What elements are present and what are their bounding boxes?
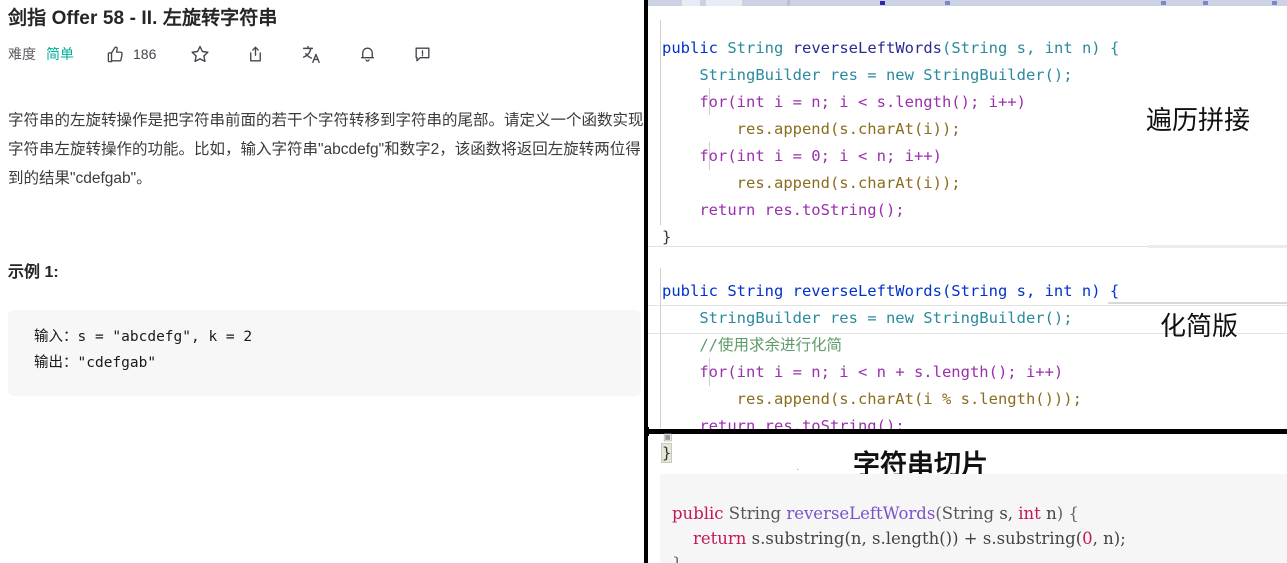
- code-type: String: [727, 39, 784, 57]
- problem-meta-row: 难度 简单 186: [8, 41, 432, 67]
- like-button[interactable]: 186: [106, 45, 156, 64]
- code-comment: //使用求余进行化简: [699, 336, 842, 354]
- feedback-icon[interactable]: [413, 45, 432, 64]
- code-line: }: [662, 228, 672, 246]
- code-panel: public String reverseLeftWords(String s,…: [648, 0, 1287, 563]
- code-keyword: public: [662, 39, 718, 57]
- marker-glyph: ▣: [663, 432, 673, 443]
- difficulty-label: 难度: [8, 46, 36, 62]
- thumbs-up-icon[interactable]: [106, 45, 125, 64]
- editor-ruler-band: [648, 0, 1287, 6]
- code-line: StringBuilder res = new StringBuilder();: [699, 66, 1073, 84]
- code-line: for(int i = n; i < n + s.length(); i++): [699, 363, 1064, 381]
- fold-rule: [1108, 302, 1287, 304]
- fold-rule: [1148, 245, 1287, 248]
- code-line: res.append(s.charAt(i));: [736, 120, 961, 138]
- example-input: 输入：s = "abcdefg", k = 2: [34, 329, 253, 345]
- code-block-3[interactable]: public String reverseLeftWords(String s,…: [672, 476, 1126, 563]
- code-block-2[interactable]: public String reverseLeftWords(String s,…: [660, 251, 1120, 467]
- annotation-simplified: 化简版: [1160, 311, 1239, 341]
- star-icon[interactable]: [190, 44, 210, 64]
- like-count: 186: [133, 46, 157, 62]
- example-body: 输入：s = "abcdefg", k = 2 输出："cdefgab": [8, 310, 641, 376]
- indent-guide: [660, 268, 661, 428]
- code-line: }: [660, 443, 673, 463]
- code-line: StringBuilder res = new StringBuilder();: [699, 309, 1073, 327]
- code-line: for(int i = 0; i < n; i++): [699, 147, 942, 165]
- example-code-block: 输入：s = "abcdefg", k = 2 输出："cdefgab": [8, 310, 641, 396]
- translate-icon[interactable]: [301, 44, 322, 65]
- problem-description: 字符串的左旋转操作是把字符串前面的若干个字符转移到字符串的尾部。请定义一个函数实…: [8, 112, 644, 187]
- code-line: for(int i = n; i < s.length(); i++): [699, 93, 1026, 111]
- split-resize-handle[interactable]: [648, 427, 649, 436]
- page-title: 剑指 Offer 58 - II. 左旋转字符串: [8, 8, 278, 29]
- code-method-name: reverseLeftWords: [792, 39, 942, 57]
- example-heading: 示例 1:: [8, 264, 59, 281]
- code-line: public String reverseLeftWords(String s,…: [662, 282, 1120, 300]
- problem-panel: 剑指 Offer 58 - II. 左旋转字符串 难度 简单 186 字符串的左…: [0, 0, 645, 563]
- horizontal-divider-line: [648, 429, 1287, 434]
- difficulty-value: 简单: [46, 46, 74, 62]
- example-output: 输出："cdefgab": [34, 355, 157, 371]
- code-line: res.append(s.charAt(i));: [736, 174, 961, 192]
- code-block-1[interactable]: public String reverseLeftWords(String s,…: [662, 8, 1119, 251]
- share-icon[interactable]: [246, 45, 265, 64]
- code-signature: (String s, int n) {: [942, 39, 1120, 57]
- indent-guide: [660, 20, 661, 225]
- bell-icon[interactable]: [358, 45, 377, 64]
- code-line: res.append(s.charAt(i % s.length()));: [736, 390, 1082, 408]
- app-root: 剑指 Offer 58 - II. 左旋转字符串 难度 简单 186 字符串的左…: [0, 0, 1287, 563]
- annotation-traverse-concat: 遍历拼接: [1146, 105, 1251, 135]
- code-line: return res.toString();: [699, 201, 905, 219]
